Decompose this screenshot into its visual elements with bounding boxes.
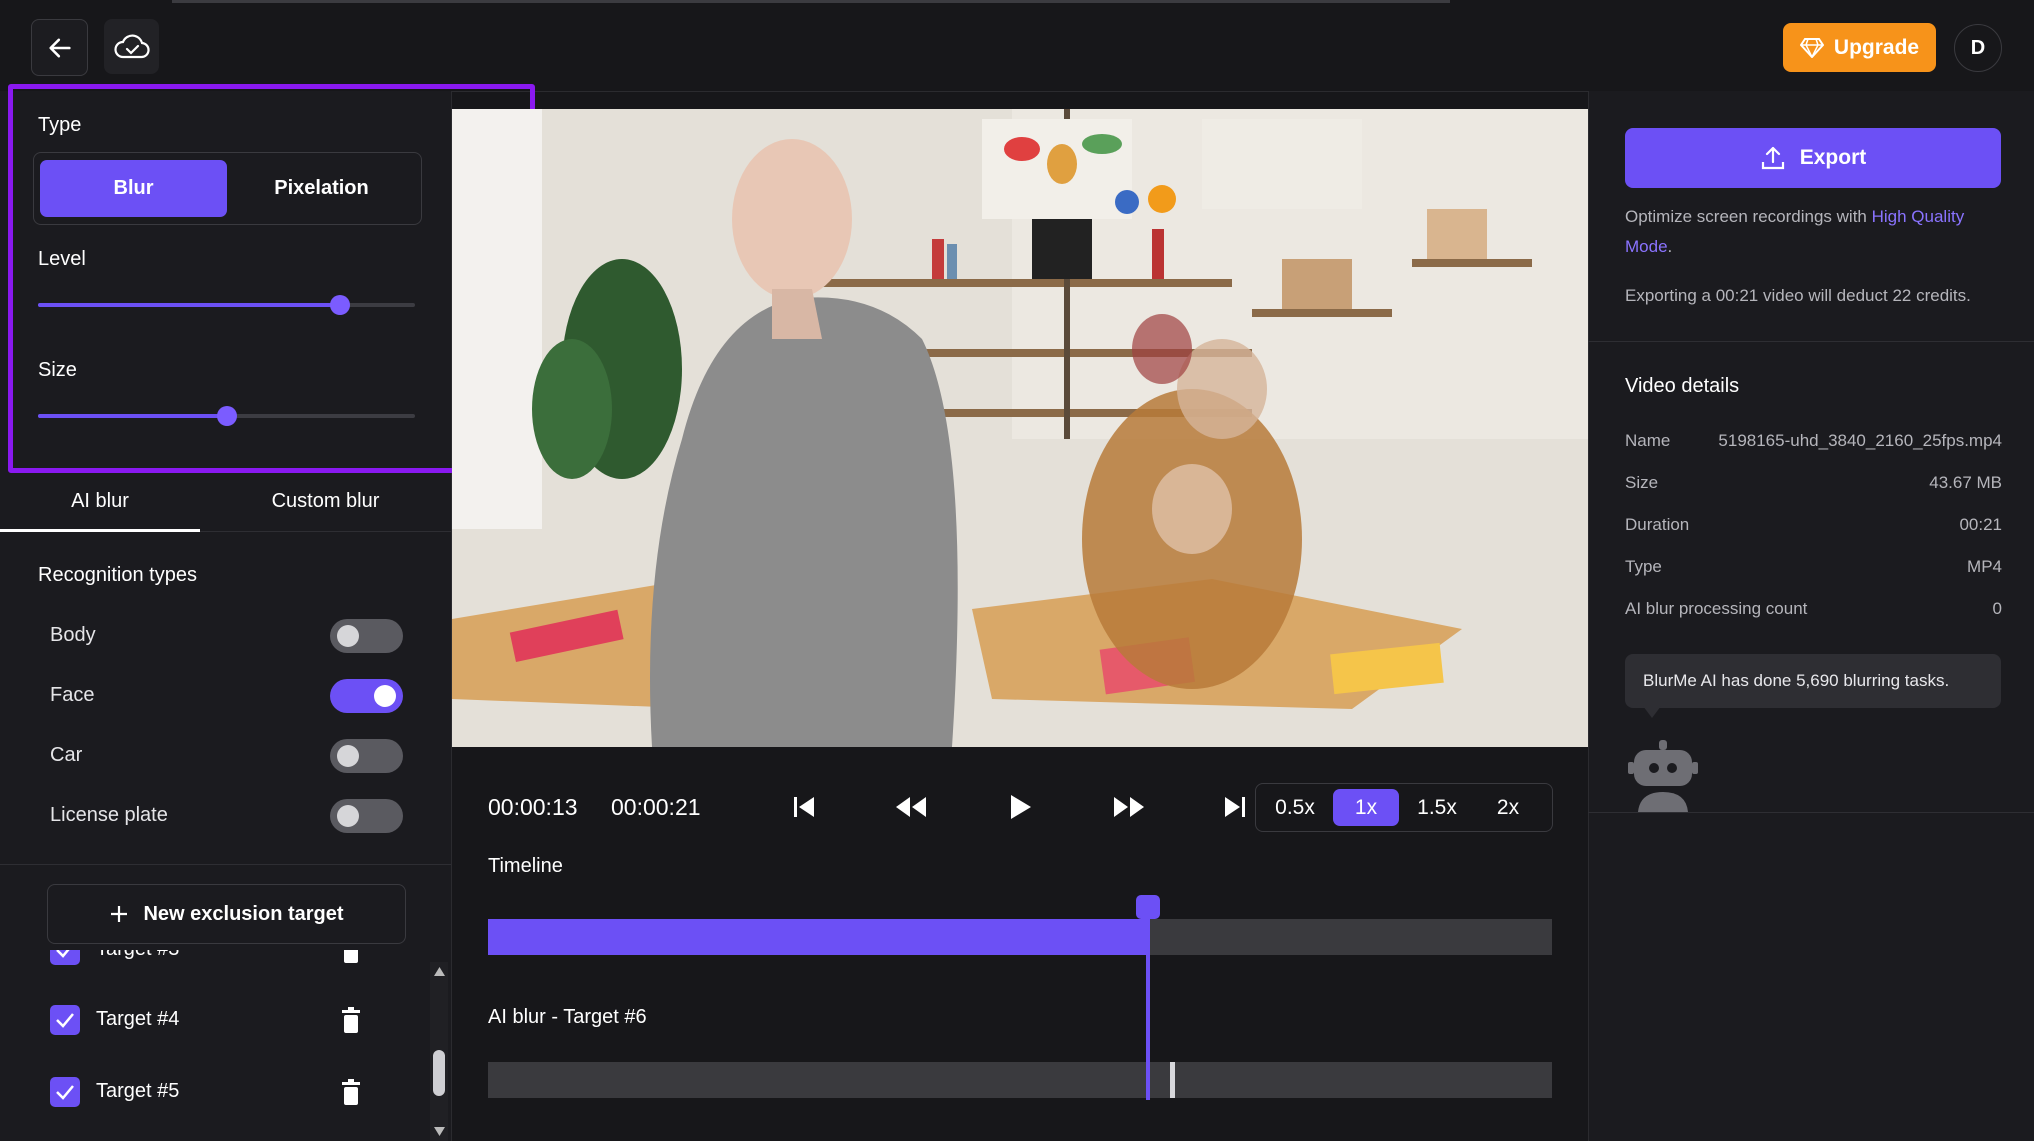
cloud-check-icon: [113, 33, 150, 58]
scrollbar[interactable]: [430, 962, 448, 1141]
target-checkbox[interactable]: [50, 1005, 80, 1035]
speed-2x[interactable]: 2x: [1475, 789, 1541, 826]
fast-forward-icon[interactable]: [1112, 795, 1146, 819]
trash-icon[interactable]: [341, 1079, 361, 1105]
detail-key-name: Name: [1625, 431, 1671, 450]
hq-prefix: Optimize screen recordings with: [1625, 207, 1872, 226]
check-icon: [56, 1085, 74, 1100]
detail-value-name: 5198165-uhd_3840_2160_25fps.mp4: [1718, 431, 2002, 450]
hq-suffix: .: [1667, 237, 1673, 256]
skip-start-icon[interactable]: [792, 795, 816, 819]
scroll-down-icon[interactable]: [434, 1127, 445, 1136]
trash-icon[interactable]: [341, 950, 361, 963]
license-plate-label: License plate: [50, 804, 168, 826]
recognition-title: Recognition types: [38, 564, 197, 586]
new-exclusion-label: New exclusion target: [143, 902, 344, 925]
detail-key-type: Type: [1625, 557, 1662, 576]
avatar[interactable]: D: [1954, 24, 2002, 72]
tab-active-indicator: [0, 529, 200, 532]
face-toggle[interactable]: [330, 679, 403, 713]
upgrade-button[interactable]: Upgrade: [1783, 23, 1936, 72]
trash-icon[interactable]: [341, 1007, 361, 1033]
top-progress-line: [172, 0, 1450, 3]
cloud-save-button[interactable]: [104, 19, 159, 74]
check-icon: [56, 1013, 74, 1028]
target-checkbox[interactable]: [50, 1077, 80, 1107]
video-details-title: Video details: [1625, 375, 1740, 397]
target-list: Target #3 Target #4 Target #5: [0, 950, 430, 1141]
detail-value-type: MP4: [1967, 557, 2002, 576]
upload-icon: [1761, 146, 1784, 170]
new-exclusion-target-button[interactable]: New exclusion target: [47, 884, 406, 944]
playhead-line: [1146, 904, 1150, 1100]
export-button[interactable]: Export: [1625, 128, 2001, 188]
ai-blur-segment-marker[interactable]: [1170, 1062, 1175, 1098]
skip-end-icon[interactable]: [1223, 795, 1247, 819]
plus-icon: [111, 906, 128, 922]
face-label: Face: [50, 684, 95, 706]
section-divider: [0, 864, 451, 865]
list-item[interactable]: Target #4: [0, 990, 430, 1050]
timeline-progress: [488, 919, 1148, 955]
target-label: Target #4: [96, 1008, 180, 1030]
top-bar: [0, 0, 2034, 92]
list-item[interactable]: Target #5: [0, 1062, 430, 1122]
divider: [1588, 341, 2034, 342]
hq-mode-note: Optimize screen recordings with High Qua…: [1625, 202, 2005, 262]
ai-blur-track[interactable]: [488, 1062, 1552, 1098]
detail-value-duration: 00:21: [1959, 515, 2002, 534]
list-item[interactable]: Target #3: [0, 950, 430, 980]
tab-custom-blur[interactable]: Custom blur: [200, 470, 451, 532]
arrow-left-icon: [48, 38, 71, 57]
total-time: 00:00:21: [611, 794, 701, 820]
robot-icon: [1628, 740, 1698, 812]
license-plate-toggle[interactable]: [330, 799, 403, 833]
scroll-up-icon[interactable]: [434, 967, 445, 976]
car-label: Car: [50, 744, 83, 766]
export-label: Export: [1799, 146, 1867, 169]
back-button[interactable]: [31, 19, 88, 76]
diamond-icon: [1799, 37, 1824, 58]
tab-ai-blur[interactable]: AI blur: [0, 470, 200, 532]
video-preview[interactable]: [452, 109, 1588, 747]
ai-track-label: AI blur - Target #6: [488, 1006, 647, 1028]
divider: [1588, 812, 2034, 813]
speed-0-5x[interactable]: 0.5x: [1262, 789, 1328, 826]
play-icon[interactable]: [1008, 794, 1032, 820]
detail-key-size: Size: [1625, 473, 1659, 492]
classroom-video-frame: [452, 109, 1588, 747]
detail-value-size: 43.67 MB: [1929, 473, 2002, 492]
speed-1x[interactable]: 1x: [1333, 789, 1399, 826]
timeline-label: Timeline: [488, 855, 563, 877]
target-label: Target #5: [96, 1080, 180, 1102]
scrollbar-thumb[interactable]: [433, 1050, 445, 1096]
body-label: Body: [50, 624, 96, 646]
rewind-icon[interactable]: [894, 795, 928, 819]
credits-note: Exporting a 00:21 video will deduct 22 c…: [1625, 286, 1971, 305]
bubble-tail: [1643, 706, 1661, 718]
target-checkbox[interactable]: [50, 950, 80, 965]
detail-value-ai-count: 0: [1992, 599, 2002, 618]
speed-1-5x[interactable]: 1.5x: [1404, 789, 1470, 826]
current-time: 00:00:13: [488, 794, 578, 820]
playback-speed-selector: 0.5x 1x 1.5x 2x: [1255, 783, 1553, 832]
ai-stats-bubble: BlurMe AI has done 5,690 blurring tasks.: [1625, 654, 2001, 708]
playhead-handle[interactable]: [1136, 895, 1160, 919]
check-icon: [56, 950, 70, 958]
upgrade-label: Upgrade: [1833, 35, 1920, 59]
body-toggle[interactable]: [330, 619, 403, 653]
car-toggle[interactable]: [330, 739, 403, 773]
target-label: Target #3: [96, 950, 179, 961]
